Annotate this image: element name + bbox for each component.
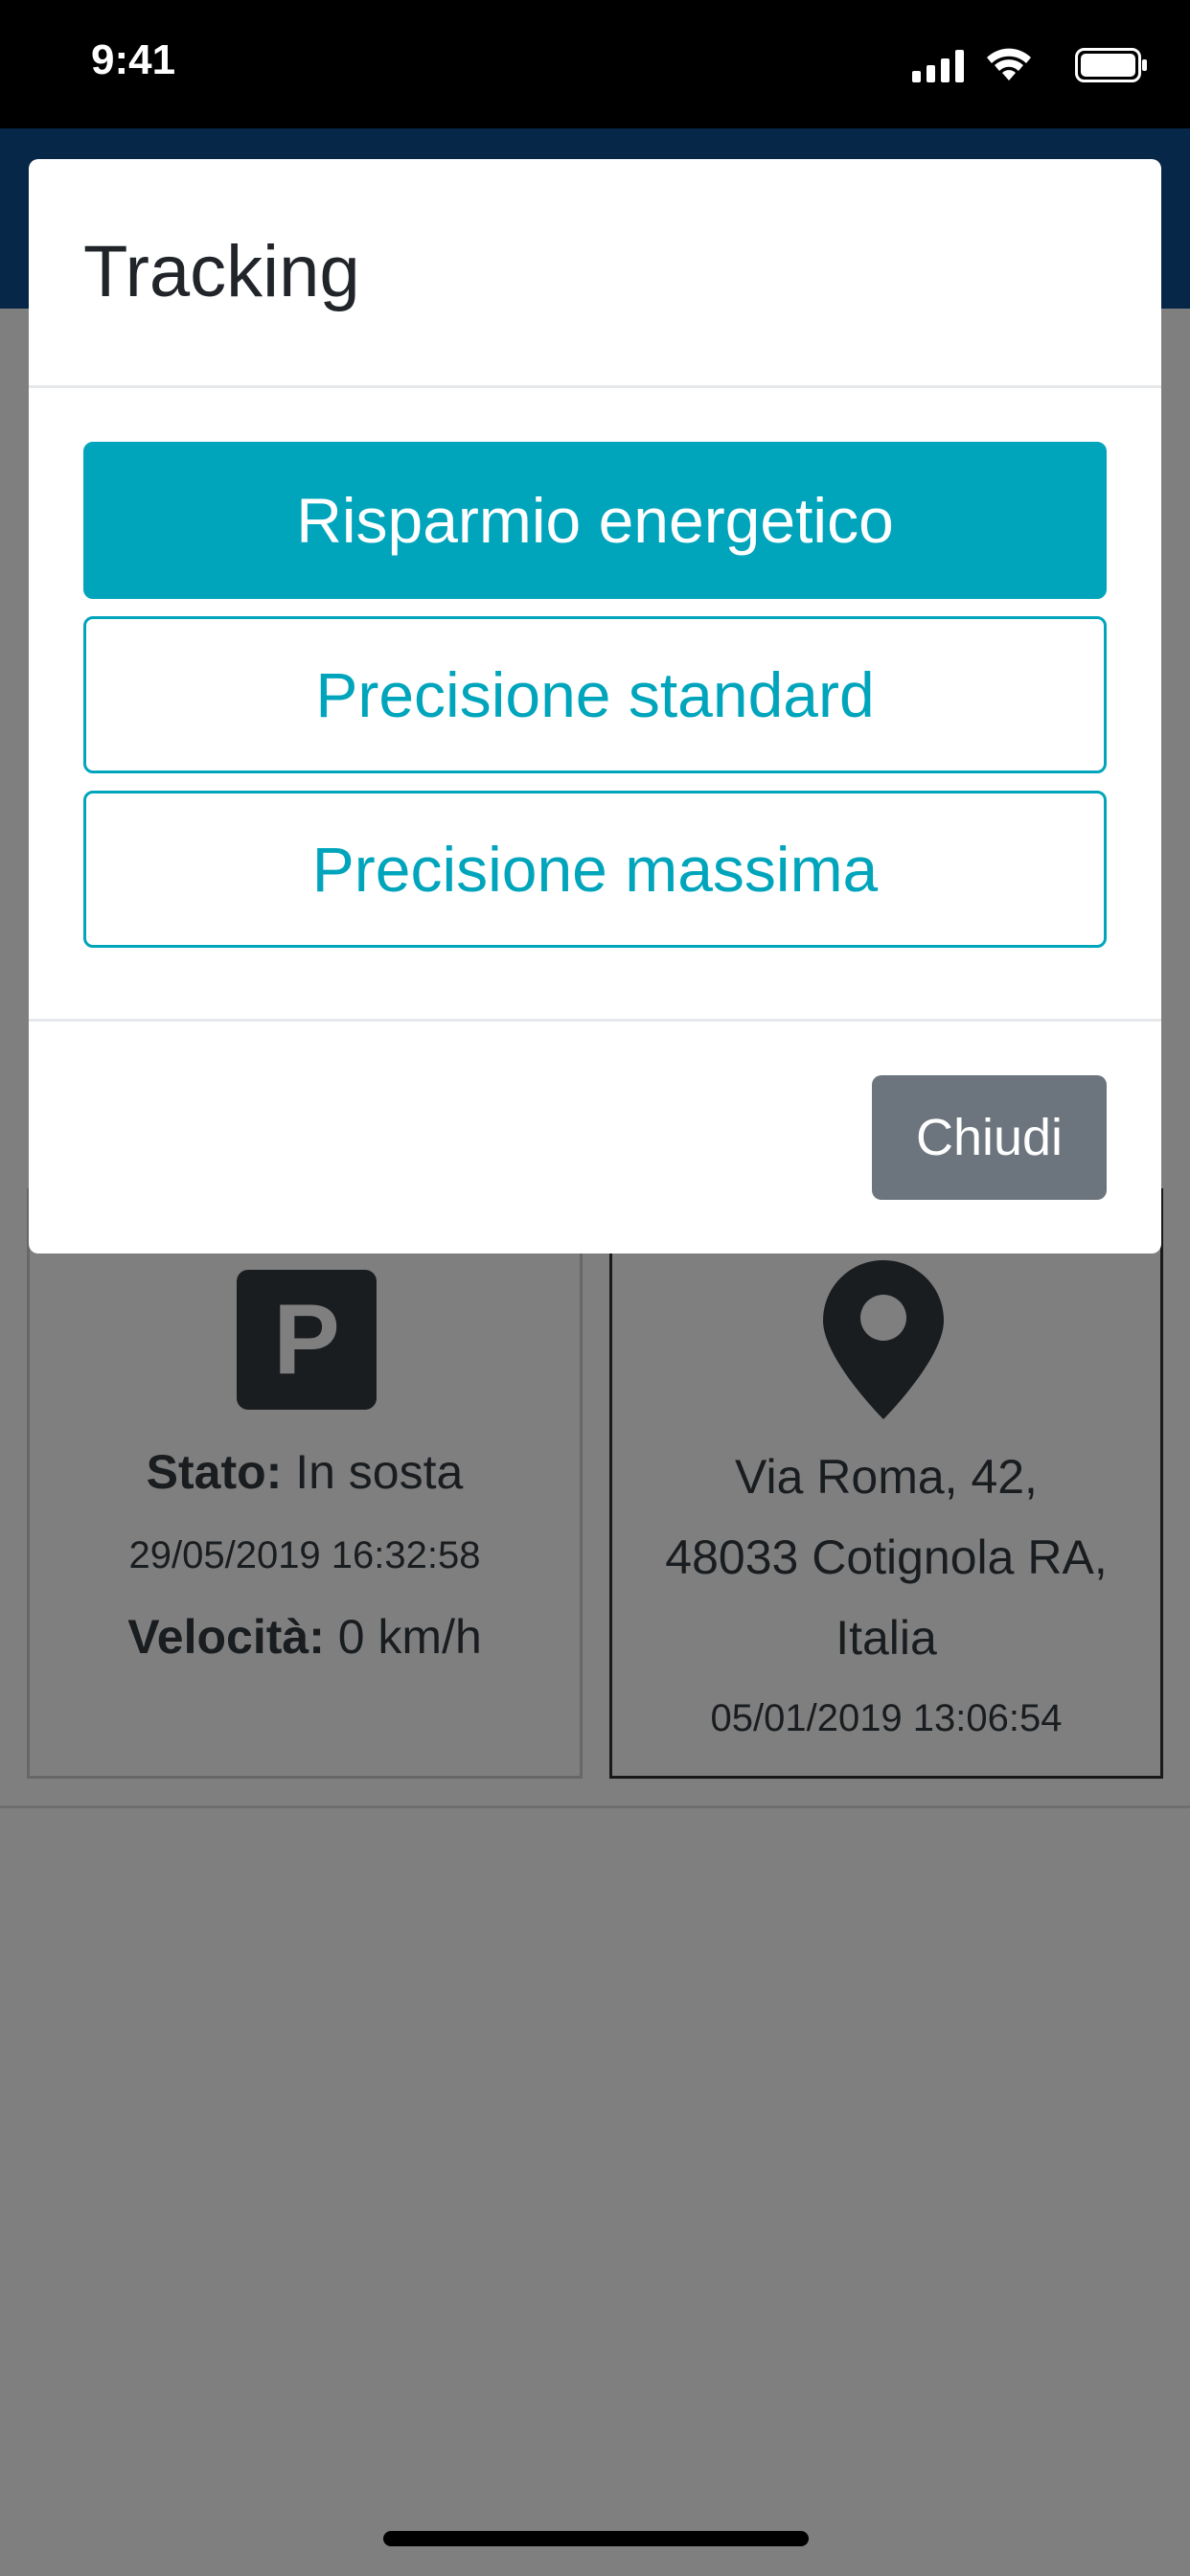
- option-precisione-standard[interactable]: Precisione standard: [83, 616, 1107, 773]
- modal-title: Tracking: [83, 231, 360, 312]
- signal-icon: [912, 50, 964, 82]
- close-button[interactable]: Chiudi: [872, 1075, 1107, 1200]
- status-time: 9:41: [91, 36, 176, 83]
- modal-footer-divider: [29, 1019, 1161, 1022]
- option-precisione-massima[interactable]: Precisione massima: [83, 791, 1107, 948]
- modal-header-divider: [29, 385, 1161, 388]
- tracking-modal: Tracking Risparmio energetico Precisione…: [29, 159, 1161, 1254]
- status-bar: 9:41: [0, 0, 1190, 128]
- option-risparmio-energetico[interactable]: Risparmio energetico: [83, 442, 1107, 599]
- wifi-icon: [987, 48, 1031, 80]
- battery-icon: [1075, 48, 1147, 82]
- home-indicator[interactable]: [383, 2531, 809, 2546]
